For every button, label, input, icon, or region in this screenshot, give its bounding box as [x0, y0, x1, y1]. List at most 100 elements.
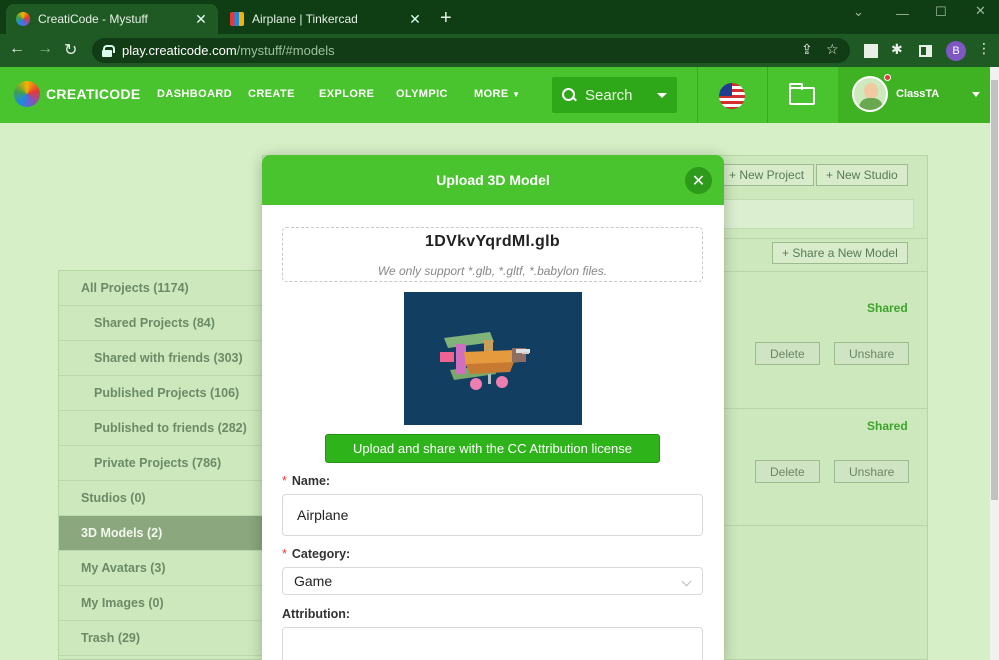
url-field[interactable]: play.creaticode.com/mystuff/#models	[92, 38, 850, 63]
creaticode-logo[interactable]: CREATICODE	[14, 81, 141, 107]
browser-tab-strip: CreatiCode - Mystuff ✕ Airplane | Tinker…	[0, 0, 999, 34]
bookmark-star-icon[interactable]: ☆	[826, 41, 839, 58]
delete-button[interactable]: Delete	[755, 460, 820, 483]
search-box[interactable]: Search	[552, 77, 677, 113]
upload-share-button[interactable]: Upload and share with the CC Attribution…	[325, 434, 660, 463]
sidebar-item-trash[interactable]: Trash (29)	[59, 621, 265, 656]
sidebar-item-private-projects[interactable]: Private Projects (786)	[59, 446, 265, 481]
logo-text: CREATICODE	[46, 86, 141, 102]
tinkercad-favicon-icon	[230, 12, 244, 26]
required-marker: *	[282, 547, 287, 561]
tab-tinkercad[interactable]: Airplane | Tinkercad ✕	[220, 4, 432, 34]
sidebar-item-my-images[interactable]: My Images (0)	[59, 586, 265, 621]
address-bar-row: ← → ↻ play.creaticode.com/mystuff/#model…	[0, 34, 999, 67]
username: ClassTA	[896, 88, 940, 100]
user-menu[interactable]: ClassTA	[838, 67, 990, 123]
nav-more[interactable]: MORE ▼	[474, 88, 520, 100]
sidebar-item-studios[interactable]: Studios (0)	[59, 481, 265, 516]
sidebar-item-published-to-friends[interactable]: Published to friends (282)	[59, 411, 265, 446]
mystuff-sidebar: All Projects (1174) Shared Projects (84)…	[58, 270, 265, 660]
unshare-button[interactable]: Unshare	[834, 460, 910, 483]
upload-model-dialog: Upload 3D Model ✕ 1DVkvYqrdMl.glb We onl…	[262, 155, 724, 660]
nav-create[interactable]: CREATE	[248, 88, 295, 100]
folder-icon[interactable]	[789, 83, 815, 105]
tab-title: Airplane | Tinkercad	[252, 12, 358, 26]
sidebar-item-my-avatars[interactable]: My Avatars (3)	[59, 551, 265, 586]
search-dropdown-icon[interactable]	[657, 93, 667, 98]
extensions-puzzle-icon[interactable]: ✱	[891, 41, 903, 58]
url-path: /mystuff/#models	[236, 43, 335, 58]
share-icon[interactable]: ⇪	[801, 41, 813, 58]
search-icon	[562, 88, 576, 102]
browser-menu-icon[interactable]: ⋮	[977, 40, 991, 57]
maximize-icon[interactable]: ☐	[935, 4, 947, 20]
divider	[700, 525, 928, 526]
side-panel-icon[interactable]	[919, 45, 932, 57]
required-marker: *	[282, 474, 287, 488]
avatar	[852, 76, 888, 112]
sidebar-item-shared-projects[interactable]: Shared Projects (84)	[59, 306, 265, 341]
close-tab-icon[interactable]: ✕	[194, 11, 208, 28]
file-dropzone[interactable]: 1DVkvYqrdMl.glb We only support *.glb, *…	[282, 227, 703, 282]
tab-title: CreatiCode - Mystuff	[38, 12, 148, 26]
user-dropdown-icon	[972, 92, 980, 97]
attribution-field[interactable]	[282, 627, 703, 660]
nav-olympic[interactable]: OLYMPIC	[396, 88, 448, 100]
minimize-icon[interactable]: —	[896, 6, 909, 21]
airplane-model-preview	[440, 332, 530, 390]
sidebar-item-all-projects[interactable]: All Projects (1174)	[59, 271, 265, 306]
search-placeholder: Search	[585, 86, 633, 104]
name-field[interactable]: Airplane	[282, 494, 703, 536]
tab-creaticode[interactable]: CreatiCode - Mystuff ✕	[6, 4, 218, 34]
delete-button[interactable]: Delete	[755, 342, 820, 365]
notification-dot-icon	[884, 74, 891, 81]
profile-avatar[interactable]: B	[946, 41, 966, 61]
reload-icon[interactable]: ↻	[64, 40, 77, 60]
share-new-model-button[interactable]: + Share a New Model	[772, 242, 908, 264]
chevron-down-icon: ▼	[512, 90, 521, 99]
sidebar-item-published-projects[interactable]: Published Projects (106)	[59, 376, 265, 411]
close-tab-icon[interactable]: ✕	[408, 11, 422, 28]
close-icon[interactable]: ✕	[685, 167, 712, 194]
tab-search-chevron-icon[interactable]: ⌄	[853, 4, 864, 20]
xr-extension-icon[interactable]	[864, 44, 878, 58]
divider	[700, 408, 928, 409]
url-host: play.creaticode.com	[122, 43, 237, 58]
model-preview[interactable]	[404, 292, 582, 425]
status-badge: Shared	[867, 301, 908, 315]
category-select[interactable]: Game	[282, 567, 703, 595]
category-value: Game	[294, 573, 333, 589]
name-value: Airplane	[297, 507, 349, 523]
name-label-text: Name:	[291, 474, 331, 488]
divider	[700, 238, 928, 239]
app-header: CREATICODE DASHBOARD CREATE EXPLORE OLYM…	[0, 67, 990, 123]
name-label: * Name:	[282, 474, 330, 488]
new-studio-button[interactable]: + New Studio	[816, 164, 908, 186]
forward-icon[interactable]: →	[37, 40, 53, 58]
window-close-icon[interactable]: ✕	[975, 3, 986, 19]
sidebar-item-shared-with-friends[interactable]: Shared with friends (303)	[59, 341, 265, 376]
category-label: * Category:	[282, 547, 350, 561]
new-tab-icon[interactable]: +	[440, 8, 452, 28]
file-name: 1DVkvYqrdMl.glb	[425, 233, 560, 250]
unshare-button[interactable]: Unshare	[834, 342, 910, 365]
back-icon[interactable]: ←	[9, 40, 25, 58]
lock-icon	[102, 45, 115, 57]
header-divider	[767, 67, 768, 123]
filter-input[interactable]	[700, 199, 914, 229]
logo-mark-icon	[14, 81, 40, 107]
scrollbar-thumb[interactable]	[991, 80, 998, 500]
us-flag-language-icon[interactable]	[719, 83, 745, 109]
category-label-text: Category:	[291, 547, 351, 561]
dialog-header: Upload 3D Model	[262, 155, 724, 205]
sidebar-item-3d-models[interactable]: 3D Models (2)	[59, 516, 265, 551]
nav-explore[interactable]: EXPLORE	[319, 88, 374, 100]
supported-formats-hint: We only support *.glb, *.gltf, *.babylon…	[377, 264, 608, 278]
divider	[700, 271, 928, 272]
header-divider	[697, 67, 698, 123]
nav-more-label: MORE	[474, 88, 509, 100]
nav-dashboard[interactable]: DASHBOARD	[157, 88, 232, 100]
creaticode-favicon-icon	[16, 12, 30, 26]
chevron-down-icon	[681, 576, 692, 587]
new-project-button[interactable]: + New Project	[719, 164, 815, 186]
